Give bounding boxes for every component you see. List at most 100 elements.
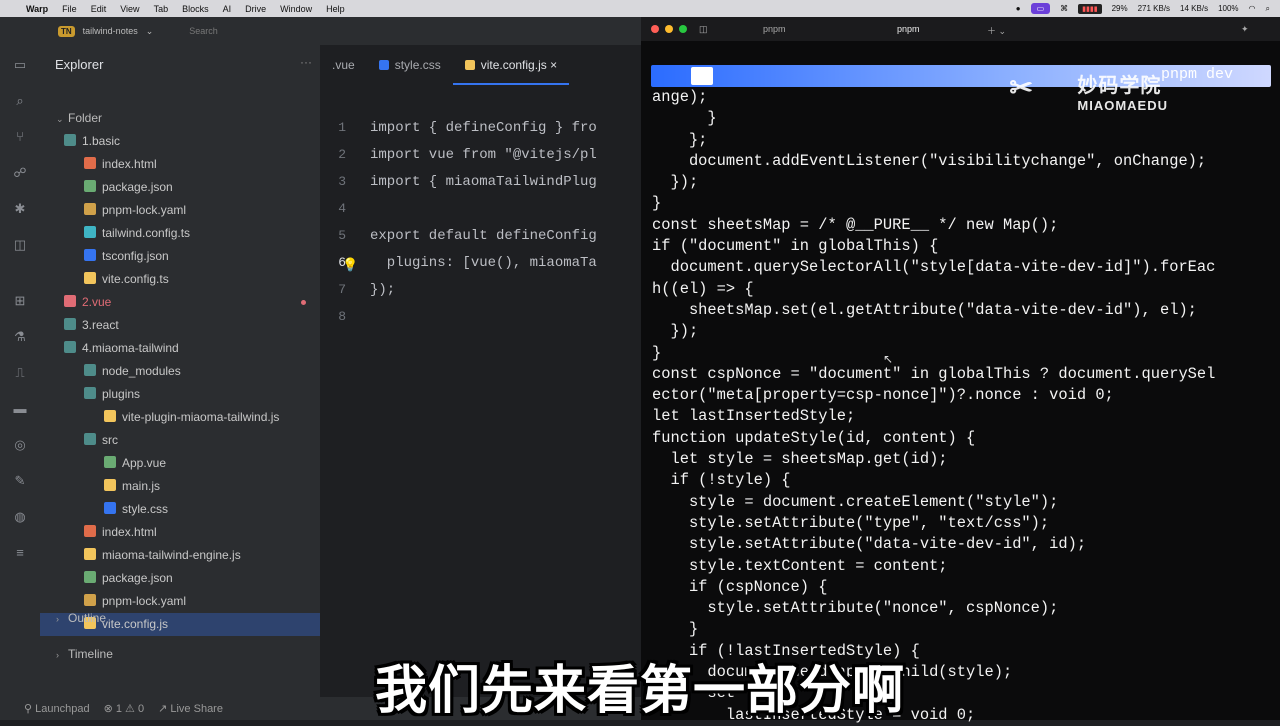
new-tab-icon[interactable]: ＋ ⌄ xyxy=(987,24,1006,37)
tree-folder[interactable]: node_modules xyxy=(40,360,320,383)
globe-icon[interactable]: ◍ xyxy=(12,509,28,525)
menu-view[interactable]: View xyxy=(120,4,139,14)
search-field[interactable]: Search xyxy=(189,26,218,36)
tree-label: App.vue xyxy=(122,456,167,470)
code-line[interactable]: 6 plugins: [vue(), miaomaTa 💡 xyxy=(320,250,641,276)
tree-label: 1.basic xyxy=(82,134,121,148)
modified-indicator xyxy=(301,300,306,305)
terminal-tab-1[interactable]: pnpm xyxy=(763,24,786,34)
tree-folder[interactable]: plugins xyxy=(40,383,320,406)
menu-edit[interactable]: Edit xyxy=(91,4,107,14)
tree-label: vite-plugin-miaoma-tailwind.js xyxy=(122,410,280,424)
search-icon[interactable]: ⌕ xyxy=(12,93,28,109)
mouse-pointer-icon: ↖ xyxy=(883,352,894,366)
folder-icon xyxy=(64,295,76,307)
tree-file[interactable]: package.json xyxy=(40,176,320,199)
record-icon[interactable]: ● xyxy=(1016,4,1021,13)
extensions-icon[interactable]: ◫ xyxy=(12,237,28,253)
terminal-tab-bar: ◫ pnpm pnpm ＋ ⌄ ✦ xyxy=(641,17,1280,41)
menu-tab[interactable]: Tab xyxy=(154,4,169,14)
code-line[interactable]: 2 import vue from "@vitejs/pl xyxy=(320,142,641,168)
tree-label: tsconfig.json xyxy=(102,249,169,263)
bookmark-icon[interactable]: ⎍ xyxy=(12,365,28,381)
control-icon[interactable]: ⌘ xyxy=(1060,4,1068,13)
tree-file[interactable]: tailwind.config.ts xyxy=(40,222,320,245)
terminal-line: style.setAttribute("type", "text/css"); xyxy=(652,513,1050,532)
tree-file[interactable]: vite.config.ts xyxy=(40,268,320,291)
code-line[interactable]: 8 xyxy=(320,304,641,330)
chevron-down-icon[interactable]: ⌄ xyxy=(146,26,154,37)
tree-section-header[interactable]: ⌄ Folder xyxy=(40,107,320,130)
tree-folder[interactable]: src xyxy=(40,429,320,452)
terminal-tab-2[interactable]: pnpm xyxy=(897,24,920,34)
battery-percent: 100% xyxy=(1218,4,1239,13)
tab-vite-config[interactable]: vite.config.js × xyxy=(452,45,570,85)
tree-file[interactable]: index.html xyxy=(40,521,320,544)
close-icon[interactable]: × xyxy=(550,58,557,72)
tools-icon[interactable]: ✎ xyxy=(12,473,28,489)
tree-file[interactable]: tsconfig.json xyxy=(40,245,320,268)
line-number: 1 xyxy=(338,120,346,135)
maximize-window-button[interactable] xyxy=(679,25,687,33)
tree-file[interactable]: style.css xyxy=(40,498,320,521)
bug-icon[interactable]: ✱ xyxy=(12,201,28,217)
js-file-icon xyxy=(464,60,475,70)
outline-section[interactable]: › Outline xyxy=(40,607,320,630)
code-line[interactable]: 4 xyxy=(320,196,641,222)
tree-label: index.html xyxy=(102,157,157,171)
menu-help[interactable]: Help xyxy=(326,4,345,14)
source-control-icon[interactable]: ⑂ xyxy=(12,129,28,145)
tree-file[interactable]: package.json xyxy=(40,567,320,590)
tree-file[interactable]: miaoma-tailwind-engine.js xyxy=(40,544,320,567)
tree-file[interactable]: index.html xyxy=(40,153,320,176)
line-number: 5 xyxy=(338,228,346,243)
list-icon[interactable]: ≡ xyxy=(12,545,28,561)
debug-icon[interactable]: ☍ xyxy=(12,165,28,181)
code-line[interactable]: 1 import { defineConfig } fro xyxy=(320,115,641,141)
tab-style-css[interactable]: style.css xyxy=(367,45,453,85)
close-window-button[interactable] xyxy=(651,25,659,33)
line-number: 3 xyxy=(338,174,346,189)
terminal-line: style.setAttribute("nonce", cspNonce); xyxy=(652,599,1059,618)
code-line[interactable]: 3 import { miaomaTailwindPlug xyxy=(320,169,641,195)
grid-icon[interactable]: ⊞ xyxy=(12,293,28,309)
code-text: import { miaomaTailwindPlug xyxy=(370,174,597,190)
wifi-icon[interactable]: ◠ xyxy=(1249,4,1256,13)
search-icon[interactable]: ⌕ xyxy=(1266,4,1270,14)
menu-file[interactable]: File xyxy=(62,4,77,14)
project-badge[interactable]: TN xyxy=(58,25,75,37)
code-area[interactable]: 1 import { defineConfig } fro 2 import vue … xyxy=(320,85,641,697)
lightbulb-icon[interactable]: 💡 xyxy=(342,253,358,279)
editor-tabs: .vue style.css vite.config.js × xyxy=(320,45,641,85)
tree-file[interactable]: vite-plugin-miaoma-tailwind.js xyxy=(40,406,320,429)
remote-icon[interactable]: ◎ xyxy=(12,437,28,453)
minimize-window-button[interactable] xyxy=(665,25,673,33)
screen-share-icon[interactable]: ▭ xyxy=(1030,3,1051,14)
flask-icon[interactable]: ⚗ xyxy=(12,329,28,345)
code-line[interactable]: 5 export default defineConfig xyxy=(320,223,641,249)
chevron-down-icon[interactable]: ⌄ xyxy=(56,108,68,131)
menu-blocks[interactable]: Blocks xyxy=(182,4,209,14)
menu-drive[interactable]: Drive xyxy=(245,4,266,14)
menu-ai[interactable]: AI xyxy=(223,4,232,14)
tree-folder[interactable]: 1.basic xyxy=(40,130,320,153)
ai-icon[interactable]: ✦ xyxy=(1241,24,1249,35)
code-line[interactable]: 7}); xyxy=(320,277,641,303)
tree-file[interactable]: App.vue xyxy=(40,452,320,475)
menu-window[interactable]: Window xyxy=(280,4,312,14)
tree-file[interactable]: pnpm-lock.yaml xyxy=(40,199,320,222)
project-name[interactable]: tailwind-notes xyxy=(83,26,138,36)
tree-label: vite.config.ts xyxy=(102,272,169,286)
tree-folder[interactable]: 2.vue xyxy=(40,291,320,314)
more-options-icon[interactable]: ··· xyxy=(300,55,312,69)
files-icon[interactable]: ▭ xyxy=(12,57,28,73)
tree-folder[interactable]: 3.react xyxy=(40,314,320,337)
tree-file[interactable]: main.js xyxy=(40,475,320,498)
command-block-header[interactable]: pnpm dev xyxy=(651,65,1271,87)
sidebar-toggle-icon[interactable]: ◫ xyxy=(699,24,708,35)
menu-bar: Warp File Edit View Tab Blocks AI Drive … xyxy=(0,0,1280,17)
menu-app-name[interactable]: Warp xyxy=(26,4,48,14)
tab-vue[interactable]: .vue xyxy=(320,45,367,85)
tree-folder[interactable]: 4.miaoma-tailwind xyxy=(40,337,320,360)
folder-icon[interactable]: ▬ xyxy=(12,401,28,417)
